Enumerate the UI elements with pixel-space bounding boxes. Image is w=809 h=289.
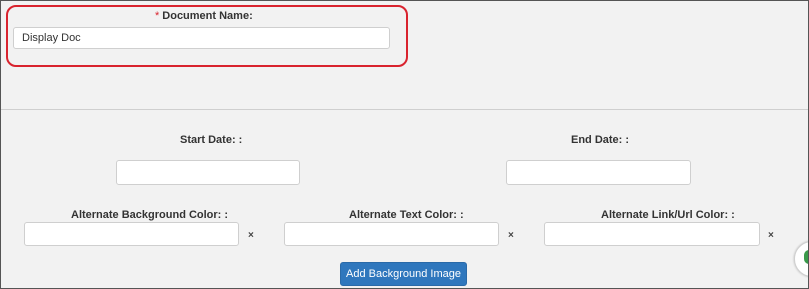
text-color-label: Alternate Text Color: : [349,209,464,221]
text-color-input[interactable] [284,222,499,246]
clear-text-color-icon[interactable]: × [508,230,514,241]
background-color-input[interactable] [24,222,239,246]
add-background-image-button[interactable]: Add Background Image [340,262,467,286]
end-date-input[interactable] [506,160,691,185]
help-widget-dot [804,250,808,264]
link-color-input[interactable] [544,222,760,246]
document-name-label: * Document Name: [155,10,253,22]
section-divider [1,109,808,110]
link-color-label: Alternate Link/Url Color: : [601,209,735,221]
background-color-label: Alternate Background Color: : [71,209,229,221]
document-settings-panel: *Document Name: Start Date: : End Date: … [0,0,809,289]
help-widget-icon[interactable] [794,241,808,277]
start-date-label: Start Date: : [180,134,243,146]
document-name-input[interactable] [13,27,390,49]
required-marker: * [155,10,160,22]
start-date-input[interactable] [116,160,300,185]
clear-background-color-icon[interactable]: × [248,230,254,241]
clear-link-color-icon[interactable]: × [768,230,774,241]
document-name-section: * Document Name: [1,1,808,109]
end-date-label: End Date: : [571,134,630,146]
document-name-label-text: Document Name: [162,10,253,22]
